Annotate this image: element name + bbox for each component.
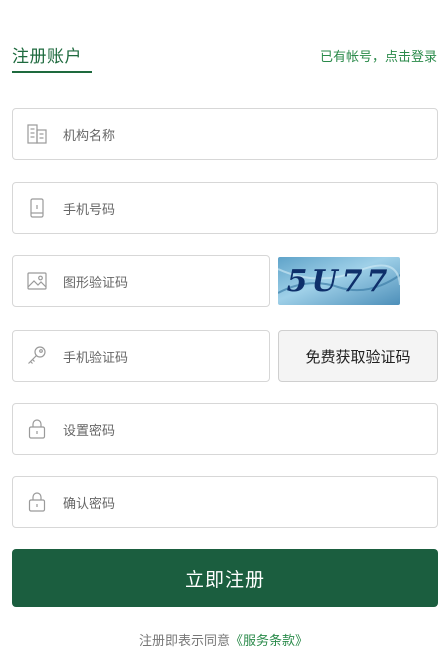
agreement-prefix: 注册即表示同意 xyxy=(138,634,230,649)
captcha-image[interactable]: 5U77 xyxy=(278,257,400,305)
lock-icon xyxy=(25,490,49,514)
page-title: 注册账户 xyxy=(12,47,82,67)
password-placeholder: 设置密码 xyxy=(63,424,116,439)
confirm-password-field[interactable]: 确认密码 xyxy=(12,476,438,528)
captcha-text: 5U77 xyxy=(286,263,392,299)
org-name-placeholder: 机构名称 xyxy=(63,129,116,144)
building-icon xyxy=(25,122,49,146)
sms-code-field[interactable]: 手机验证码 xyxy=(12,330,270,382)
login-link[interactable]: 已有帐号，点击登录 xyxy=(320,46,437,65)
phone-icon xyxy=(25,196,49,220)
lock-icon xyxy=(25,417,49,441)
register-page: 注册账户 已有帐号，点击登录 机构名称 手机号码 图形验证码 5U77 手机验证… xyxy=(0,0,447,657)
header: 注册账户 已有帐号，点击登录 xyxy=(12,42,437,74)
org-name-field[interactable]: 机构名称 xyxy=(12,108,438,160)
captcha-placeholder: 图形验证码 xyxy=(63,276,129,291)
captcha-field[interactable]: 图形验证码 xyxy=(12,255,270,307)
password-field[interactable]: 设置密码 xyxy=(12,403,438,455)
agreement-text: 注册即表示同意《服务条款》 xyxy=(0,630,447,649)
terms-link[interactable]: 《服务条款》 xyxy=(230,634,308,649)
phone-field[interactable]: 手机号码 xyxy=(12,182,438,234)
phone-placeholder: 手机号码 xyxy=(63,203,116,218)
sms-code-placeholder: 手机验证码 xyxy=(63,351,129,366)
title-underline xyxy=(12,71,92,73)
key-icon xyxy=(25,344,49,368)
image-icon xyxy=(25,269,49,293)
get-sms-code-button[interactable]: 免费获取验证码 xyxy=(278,330,438,382)
register-button[interactable]: 立即注册 xyxy=(12,549,438,607)
confirm-password-placeholder: 确认密码 xyxy=(63,497,116,512)
